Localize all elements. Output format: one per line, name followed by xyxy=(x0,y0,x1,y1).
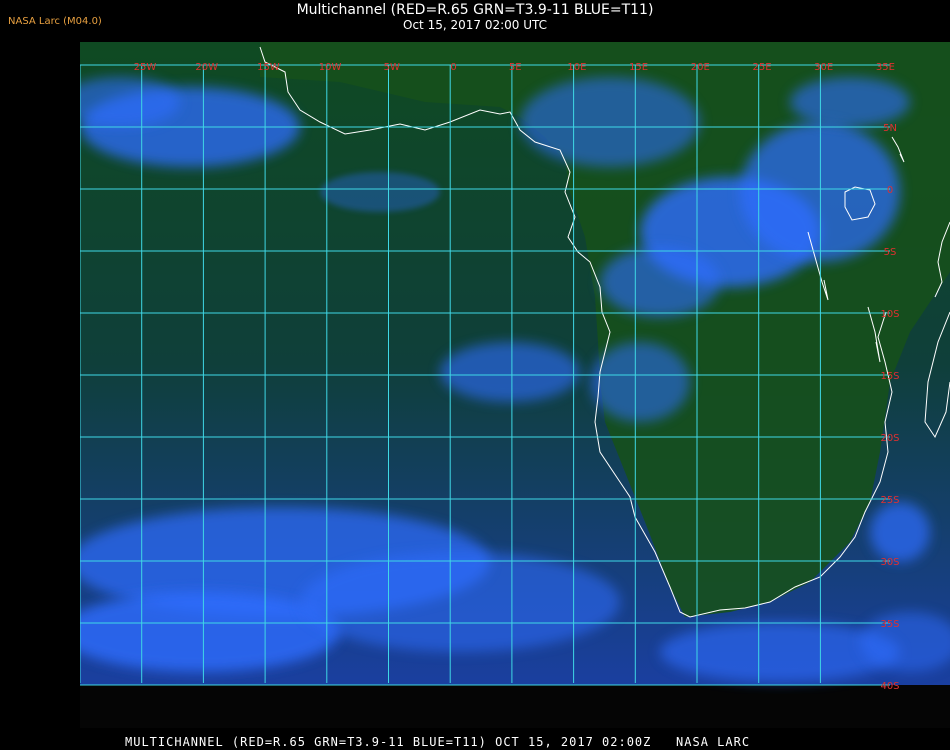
latitude-label: 5S xyxy=(884,247,897,258)
latitude-label: 30S xyxy=(880,557,899,568)
longitude-label: 10W xyxy=(319,62,342,73)
satellite-map: 25W 20W 15W 10W 5W 0 5E 10E 15E 20E 25E 30E 35E 5N 0 5… xyxy=(80,42,950,728)
longitude-label: 0 xyxy=(450,62,456,73)
longitude-label: 30E xyxy=(814,62,833,73)
footer-caption: MULTICHANNEL (RED=R.65 GRN=T3.9-11 BLUE=… xyxy=(125,735,751,749)
latitude-label: 35S xyxy=(880,619,899,630)
longitude-label: 35E xyxy=(876,62,895,73)
latitude-label: 40S xyxy=(880,681,899,692)
longitude-label: 20E xyxy=(691,62,710,73)
image-title: Multichannel (RED=R.65 GRN=T3.9-11 BLUE=… xyxy=(296,2,654,18)
image-timestamp: Oct 15, 2017 02:00 UTC xyxy=(403,18,547,32)
longitude-label: 20W xyxy=(195,62,218,73)
latitude-label: 10S xyxy=(880,309,899,320)
longitude-label: 10E xyxy=(567,62,586,73)
latitude-label: 0 xyxy=(887,185,893,196)
latitude-label: 15S xyxy=(880,371,899,382)
longitude-label: 15E xyxy=(629,62,648,73)
longitude-label: 25E xyxy=(752,62,771,73)
longitude-label: 15W xyxy=(257,62,280,73)
latitude-label: 20S xyxy=(880,433,899,444)
longitude-label: 5E xyxy=(509,62,522,73)
latitude-label: 25S xyxy=(880,495,899,506)
longitude-label: 25W xyxy=(134,62,157,73)
latitude-label: 5N xyxy=(883,123,897,134)
longitude-label: 5W xyxy=(384,62,400,73)
